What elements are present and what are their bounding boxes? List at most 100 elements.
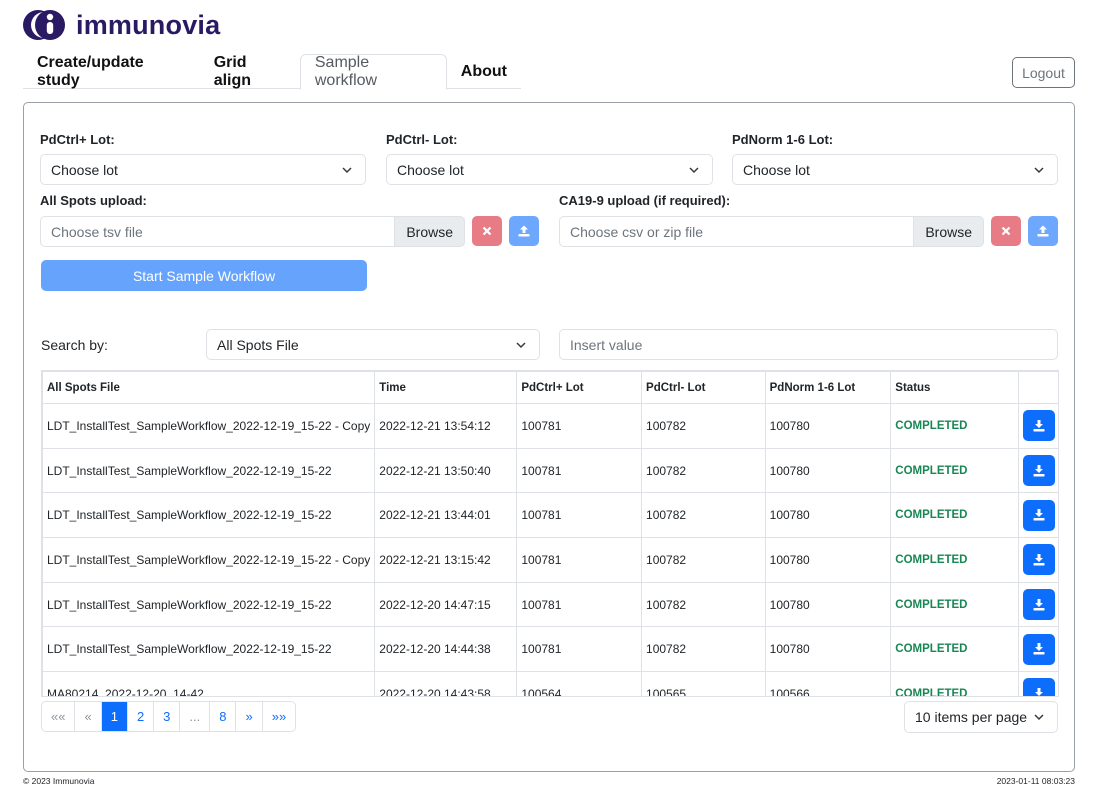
cell-all-spots-file: LDT_InstallTest_SampleWorkflow_2022-12-1…	[42, 626, 376, 673]
cell-all-spots-file: LDT_InstallTest_SampleWorkflow_2022-12-1…	[42, 403, 376, 449]
cell-pdnorm: 100566	[764, 671, 892, 696]
cell-actions	[1018, 492, 1058, 539]
page-button-3[interactable]: 3	[154, 702, 181, 731]
items-per-page-select[interactable]: 10 items per page	[904, 701, 1058, 733]
cell-all-spots-file: LDT_InstallTest_SampleWorkflow_2022-12-1…	[42, 447, 376, 494]
cell-pdctrl-minus: 100782	[641, 626, 766, 673]
page-button-1[interactable]: 1	[101, 702, 128, 731]
chevron-down-icon	[516, 342, 526, 349]
download-button[interactable]	[1023, 410, 1056, 442]
page-ellipsis: ...	[180, 702, 211, 731]
chevron-down-icon	[689, 167, 699, 174]
footer-copyright: © 2023 Immunovia	[23, 776, 95, 786]
cell-pdnorm: 100780	[764, 581, 892, 628]
cell-actions	[1018, 447, 1058, 494]
cell-pdctrl-minus: 100782	[641, 492, 766, 539]
chevron-down-icon	[1034, 714, 1044, 721]
all-spots-file-input[interactable]: Choose tsv file	[40, 216, 395, 247]
cell-actions	[1018, 537, 1058, 583]
download-button[interactable]	[1023, 633, 1056, 665]
table-row: LDT_InstallTest_SampleWorkflow_2022-12-1…	[42, 581, 1058, 628]
download-icon	[1033, 553, 1045, 566]
all-spots-clear-button[interactable]	[472, 216, 502, 246]
previous-page-button[interactable]: «	[75, 702, 102, 731]
page-button-8[interactable]: 8	[210, 702, 237, 731]
chevron-down-icon	[1034, 167, 1044, 174]
next-page-button[interactable]: »	[236, 702, 263, 731]
pagination: «« «1 2 3... 8»»»	[41, 701, 297, 732]
cell-pdctrl-plus: 100781	[516, 403, 643, 449]
tab-create-update-study[interactable]: Create/update study	[23, 54, 200, 89]
download-button[interactable]	[1023, 678, 1056, 696]
cell-pdctrl-minus: 100782	[641, 537, 766, 583]
cell-pdctrl-minus: 100782	[641, 403, 766, 449]
column-header-actions	[1018, 371, 1058, 404]
table-row: LDT_InstallTest_SampleWorkflow_2022-12-1…	[42, 447, 1058, 494]
cell-pdnorm: 100780	[764, 537, 892, 583]
cell-pdnorm: 100780	[764, 626, 892, 673]
search-field-select[interactable]: All Spots File	[206, 329, 540, 360]
pdctrl-minus-select[interactable]: Choose lot	[386, 154, 713, 185]
page-button-2[interactable]: 2	[128, 702, 155, 731]
cell-pdctrl-plus: 100781	[516, 537, 643, 583]
download-icon	[1033, 643, 1045, 655]
column-header-pdnorm[interactable]: PdNorm 1-6 Lot	[764, 371, 892, 404]
download-icon	[1035, 687, 1044, 696]
all-spots-upload-label: All Spots upload:	[40, 193, 147, 208]
cell-time: 2022-12-21 13:44:01	[374, 492, 518, 539]
close-icon	[482, 226, 492, 236]
cell-pdctrl-plus: 100781	[516, 492, 643, 539]
cell-status: COMPLETED	[890, 626, 1020, 673]
ca199-clear-button[interactable]	[991, 216, 1021, 246]
pdctrl-minus-label: PdCtrl- Lot:	[386, 132, 458, 147]
ca199-browse-button[interactable]: Browse	[913, 216, 984, 247]
brand-logo: immunovia	[23, 8, 220, 42]
column-header-time[interactable]: Time	[374, 371, 518, 404]
cell-time: 2022-12-20 14:43:58	[374, 671, 518, 696]
download-icon	[1033, 419, 1045, 432]
download-icon	[1033, 464, 1045, 477]
cell-pdnorm: 100780	[764, 492, 892, 539]
pdctrl-plus-select[interactable]: Choose lot	[40, 154, 366, 185]
cell-pdctrl-minus: 100782	[641, 581, 766, 628]
logout-button[interactable]: Logout	[1012, 57, 1075, 88]
pdctrl-minus-value: Choose lot	[397, 161, 464, 178]
download-button[interactable]	[1023, 544, 1056, 576]
column-header-pdctrl-minus[interactable]: PdCtrl- Lot	[641, 371, 766, 404]
download-button[interactable]	[1023, 455, 1056, 487]
download-button[interactable]	[1023, 589, 1056, 621]
pdnorm-label: PdNorm 1-6 Lot:	[732, 132, 834, 147]
cell-all-spots-file: MA80214_2022-12-20_14-42	[42, 671, 376, 696]
all-spots-browse-button[interactable]: Browse	[394, 216, 465, 247]
search-value-input[interactable]: Insert value	[559, 329, 1058, 360]
cell-pdnorm: 100780	[764, 403, 892, 449]
first-page-button[interactable]: ««	[42, 702, 76, 731]
tab-sample-workflow[interactable]: Sample workflow	[299, 54, 447, 90]
pdctrl-plus-label: PdCtrl+ Lot:	[40, 132, 115, 147]
column-header-status[interactable]: Status	[890, 371, 1020, 404]
download-button[interactable]	[1023, 499, 1056, 531]
all-spots-upload-button[interactable]	[509, 216, 539, 246]
ca199-upload-button[interactable]	[1028, 216, 1058, 246]
tab-grid-align[interactable]: Grid align	[200, 54, 300, 89]
cell-actions	[1018, 403, 1058, 449]
download-icon	[1033, 598, 1045, 611]
column-header-all-spots-file[interactable]: All Spots File	[42, 371, 376, 404]
cell-time: 2022-12-20 14:44:38	[374, 626, 518, 673]
ca199-file-input[interactable]: Choose csv or zip file	[559, 216, 914, 247]
workflow-table-container[interactable]: All Spots File Time PdCtrl+ Lot PdCtrl- …	[41, 370, 1059, 697]
cell-pdctrl-plus: 100781	[516, 447, 643, 494]
brand-name: immunovia	[76, 9, 221, 40]
tab-about[interactable]: About	[447, 54, 521, 89]
pdnorm-select[interactable]: Choose lot	[732, 154, 1058, 185]
column-header-pdctrl-plus[interactable]: PdCtrl+ Lot	[516, 371, 643, 404]
cell-all-spots-file: LDT_InstallTest_SampleWorkflow_2022-12-1…	[42, 492, 376, 539]
cell-status: COMPLETED	[890, 447, 1020, 494]
workflow-table: All Spots File Time PdCtrl+ Lot PdCtrl- …	[42, 371, 1058, 696]
sample-workflow-card: PdCtrl+ Lot: Choose lot PdCtrl- Lot: Cho…	[23, 102, 1075, 772]
start-sample-workflow-button[interactable]: Start Sample Workflow	[41, 260, 367, 291]
cell-status: COMPLETED	[890, 403, 1020, 449]
cell-time: 2022-12-21 13:54:12	[374, 403, 518, 449]
last-page-button[interactable]: »»	[263, 702, 295, 731]
upload-icon	[518, 225, 530, 237]
